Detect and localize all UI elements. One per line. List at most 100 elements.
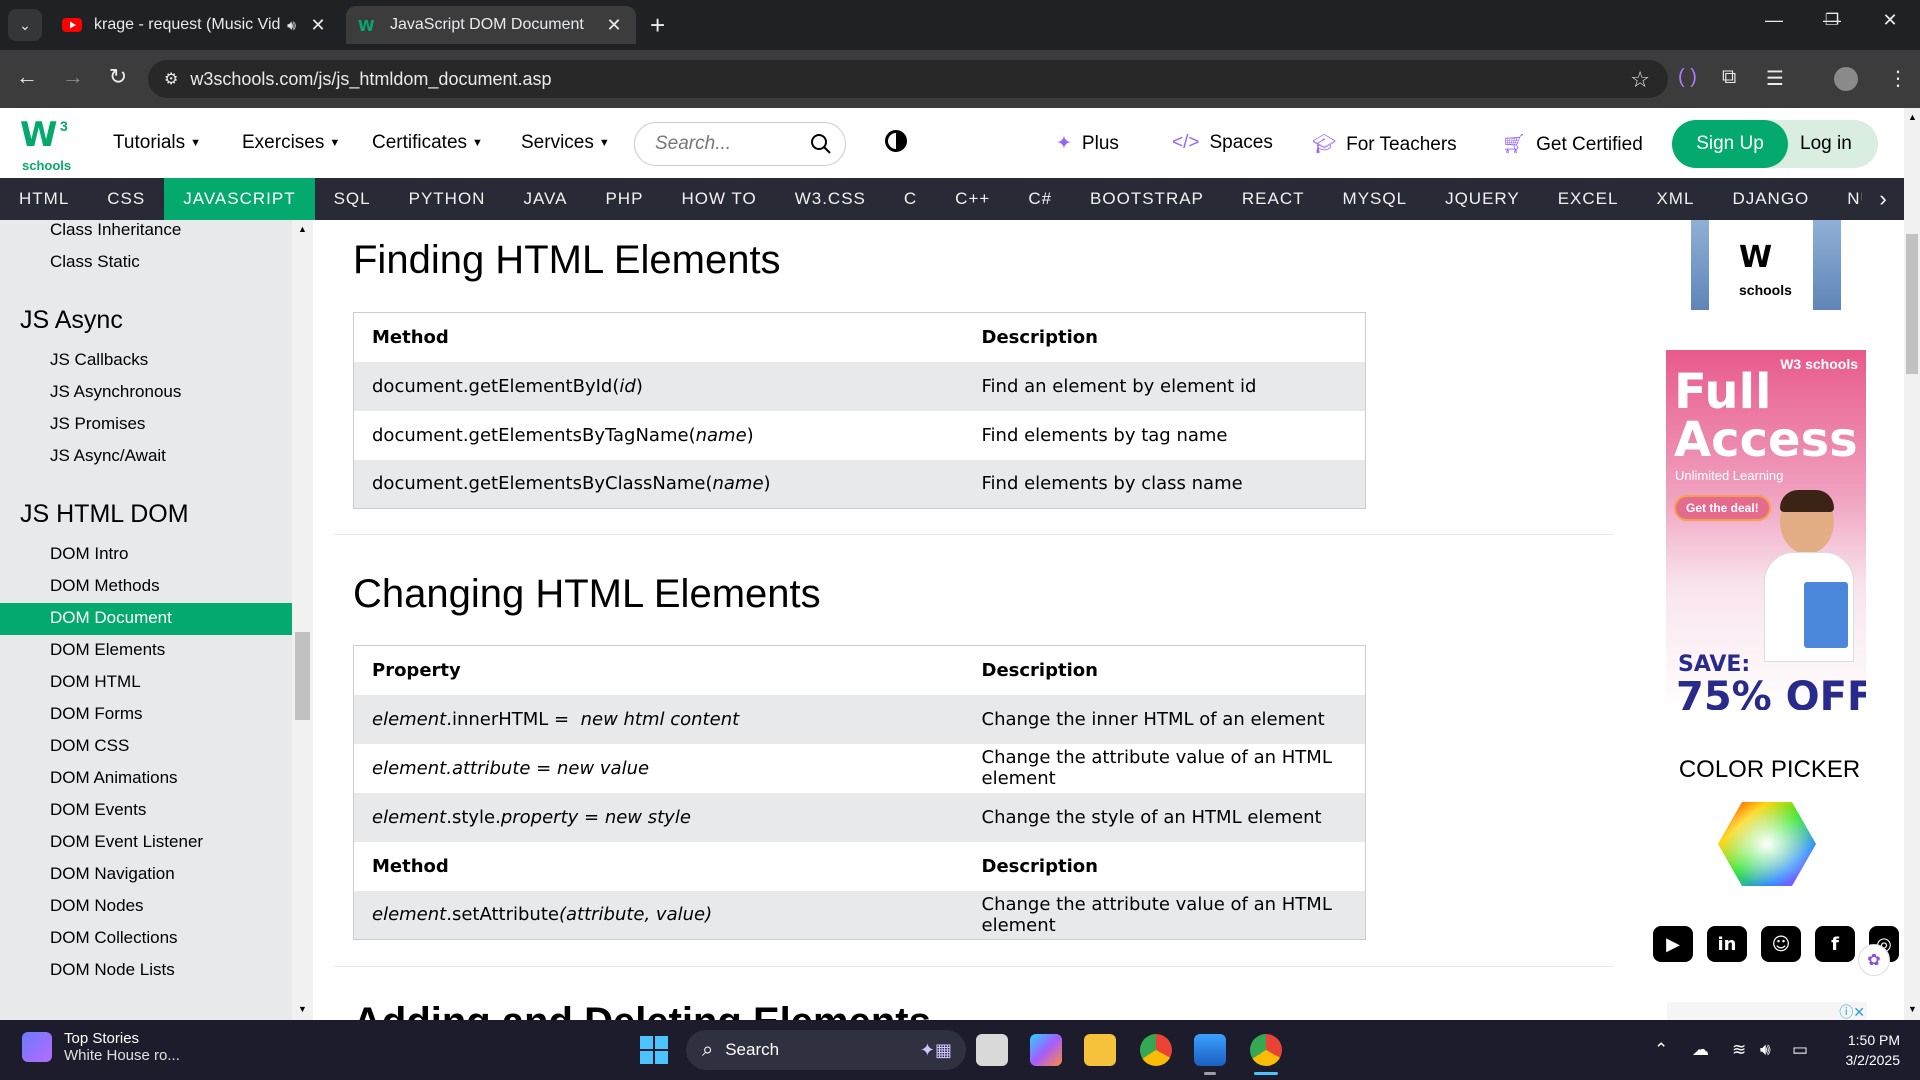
discord-icon[interactable]: ☺ [1761, 926, 1801, 962]
window-close-icon[interactable]: ✕ [1870, 10, 1910, 31]
sidebar-scroll-thumb[interactable] [295, 632, 310, 720]
search-input[interactable]: Search... [634, 122, 846, 166]
scroll-up-icon[interactable]: ▲ [298, 224, 307, 234]
file-explorer-icon[interactable] [1084, 1034, 1116, 1066]
nav-scroll-right-icon[interactable]: › [1862, 178, 1904, 220]
menu-kebab-icon[interactable]: ⋮ [1888, 66, 1908, 91]
nav-w3css[interactable]: W3.CSS [776, 178, 885, 220]
for-teachers-link[interactable]: 🎓︎ For Teachers [1312, 132, 1457, 156]
task-view-icon[interactable] [976, 1034, 1008, 1066]
nav-python[interactable]: PYTHON [390, 178, 505, 220]
nav-howto[interactable]: HOW TO [662, 178, 775, 220]
nav-xml[interactable]: XML [1637, 178, 1713, 220]
reload-button[interactable]: ↻ [103, 64, 133, 90]
wifi-icon[interactable]: ≋ [1732, 1040, 1746, 1060]
tab-dom-document[interactable]: W JavaScript DOM Document ✕ [346, 6, 636, 44]
sidebar-item-dom-intro[interactable]: DOM Intro [50, 544, 128, 564]
bookmark-star-icon[interactable]: ☆ [1630, 67, 1650, 93]
sidebar-item-dom-node-lists[interactable]: DOM Node Lists [50, 960, 175, 980]
sidebar-item-dom-methods[interactable]: DOM Methods [50, 576, 160, 596]
news-widget[interactable]: Top Stories White House ro... [22, 1030, 180, 1064]
close-tab-icon[interactable]: ✕ [308, 15, 328, 36]
media-control-icon[interactable]: ☰ [1766, 66, 1784, 91]
nav-django[interactable]: DJANGO [1713, 178, 1828, 220]
photos-icon[interactable] [1194, 1034, 1226, 1066]
menu-exercises[interactable]: Exercises ▼ [242, 132, 340, 154]
sign-up-button[interactable]: Sign Up [1672, 120, 1788, 168]
nav-jquery[interactable]: JQUERY [1426, 178, 1539, 220]
sidebar-item-promises[interactable]: JS Promises [50, 414, 145, 434]
menu-certificates[interactable]: Certificates ▼ [372, 132, 483, 154]
nav-javascript[interactable]: JAVASCRIPT [164, 178, 315, 220]
menu-tutorials[interactable]: Tutorials ▼ [113, 132, 201, 154]
youtube-icon[interactable]: ▶ [1653, 926, 1693, 962]
spaces-link[interactable]: </> Spaces [1172, 132, 1273, 154]
nav-cpp[interactable]: C++ [936, 178, 1009, 220]
nav-html[interactable]: HTML [0, 178, 88, 220]
tray-chevron-up-icon[interactable]: ⌃ [1654, 1040, 1668, 1060]
battery-icon[interactable]: ▭ [1792, 1040, 1808, 1060]
color-picker-heading[interactable]: COLOR PICKER [1635, 756, 1904, 784]
sidebar-item-dom-event-listener[interactable]: DOM Event Listener [50, 832, 203, 852]
close-tab-icon[interactable]: ✕ [604, 15, 624, 36]
nav-css[interactable]: CSS [88, 178, 164, 220]
search-icon[interactable] [809, 132, 833, 156]
linkedin-icon[interactable]: in [1707, 926, 1747, 962]
site-info-icon[interactable]: ⚙ [164, 69, 178, 89]
nav-csharp[interactable]: C# [1009, 178, 1071, 220]
taskbar-search[interactable]: ⌕ Search ✦▦ [686, 1030, 966, 1070]
window-restore-icon[interactable]: ❐ [1812, 10, 1852, 30]
new-tab-button[interactable]: + [650, 10, 665, 40]
full-access-promo[interactable]: W3 schools Full Access Unlimited Learning… [1666, 350, 1866, 710]
color-picker-hexagon-icon[interactable] [1717, 800, 1817, 888]
sidebar-item-dom-navigation[interactable]: DOM Navigation [50, 864, 175, 884]
chrome-icon[interactable] [1140, 1034, 1172, 1066]
nav-excel[interactable]: EXCEL [1539, 178, 1638, 220]
page-scroll-up-icon[interactable]: ▲ [1908, 112, 1917, 122]
nav-c[interactable]: C [885, 178, 936, 220]
back-button[interactable]: ← [12, 64, 42, 90]
window-minimize-icon[interactable]: — [1754, 10, 1794, 31]
sidebar-item-asynchronous[interactable]: JS Asynchronous [50, 382, 181, 402]
taskbar-clock[interactable]: 1:50 PM 3/2/2025 [1830, 1030, 1901, 1070]
w3schools-logo[interactable]: W 3 schools [20, 118, 76, 174]
forward-button[interactable]: → [58, 64, 88, 90]
dark-mode-toggle-icon[interactable] [885, 130, 907, 152]
get-the-deal-button[interactable]: Get the deal! [1674, 495, 1771, 521]
extension-icon[interactable]: ( ) [1678, 66, 1697, 89]
menu-services[interactable]: Services ▼ [521, 132, 610, 154]
page-scroll-thumb[interactable] [1906, 234, 1918, 374]
sidebar-item-async-await[interactable]: JS Async/Await [50, 446, 166, 466]
sidebar-item-dom-elements[interactable]: DOM Elements [50, 640, 165, 660]
sidebar-item-dom-html[interactable]: DOM HTML [50, 672, 141, 692]
sidebar-item-dom-css[interactable]: DOM CSS [50, 736, 129, 756]
chrome-active-icon[interactable] [1250, 1034, 1282, 1066]
plus-link[interactable]: ✦ Plus [1056, 132, 1119, 155]
ad-info-close-icon[interactable]: ⓘ✕ [1839, 1002, 1865, 1020]
sidebar-item-dom-collections[interactable]: DOM Collections [50, 928, 178, 948]
scroll-down-icon[interactable]: ▼ [298, 1004, 307, 1014]
w3-tshirt-ad[interactable]: W schools [1691, 220, 1841, 310]
sidebar-item-dom-nodes[interactable]: DOM Nodes [50, 896, 144, 916]
url-text[interactable]: w3schools.com/js/js_htmldom_document.asp [190, 69, 551, 90]
brain-assistant-icon[interactable]: ✿ [1858, 944, 1890, 976]
sidebar-item-dom-forms[interactable]: DOM Forms [50, 704, 143, 724]
sidebar-item-class-static[interactable]: Class Static [50, 252, 140, 272]
get-certified-link[interactable]: 🛒︎ Get Certified [1502, 132, 1643, 156]
log-in-button[interactable]: Log in [1800, 133, 1852, 155]
onedrive-icon[interactable]: ☁ [1692, 1040, 1709, 1060]
page-scrollbar[interactable]: ▲ ▼ [1904, 108, 1920, 1020]
copilot-icon[interactable] [1030, 1034, 1062, 1066]
tab-music-video[interactable]: krage - request (Music Vide 🔊︎ ✕ [50, 6, 340, 44]
nav-sql[interactable]: SQL [315, 178, 390, 220]
sidebar-item-dom-document[interactable]: DOM Document [0, 603, 292, 635]
volume-icon[interactable]: 🔊︎ [1760, 1040, 1771, 1060]
sidebar-item-dom-animations[interactable]: DOM Animations [50, 768, 178, 788]
sidebar-item-dom-events[interactable]: DOM Events [50, 800, 146, 820]
windows-start-icon[interactable] [640, 1036, 668, 1064]
sidebar-item-class-inheritance[interactable]: Class Inheritance [50, 220, 181, 240]
facebook-icon[interactable]: f [1815, 926, 1855, 962]
nav-php[interactable]: PHP [586, 178, 662, 220]
nav-mysql[interactable]: MYSQL [1324, 178, 1427, 220]
nav-java[interactable]: JAVA [504, 178, 586, 220]
